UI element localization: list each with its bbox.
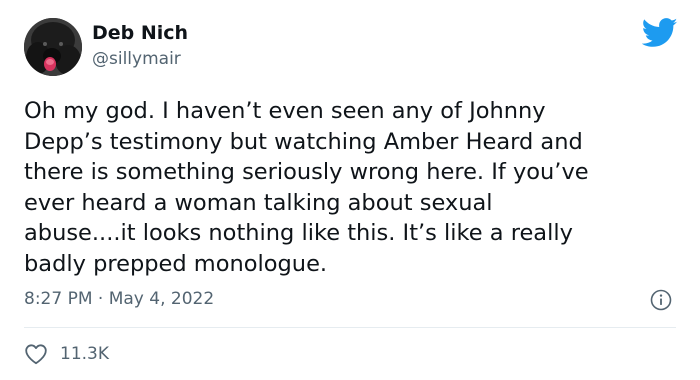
twitter-bird-svg bbox=[642, 18, 678, 47]
divider bbox=[24, 327, 676, 328]
like-count: 11.3K bbox=[60, 344, 109, 364]
tweet-card: Deb Nich @sillymair Oh my god. I haven’t… bbox=[0, 0, 700, 380]
author-display-name[interactable]: Deb Nich bbox=[92, 22, 188, 44]
info-icon-svg bbox=[650, 289, 672, 311]
dog-avatar-icon bbox=[24, 18, 82, 76]
avatar[interactable] bbox=[24, 18, 82, 76]
twitter-bird-icon[interactable] bbox=[642, 18, 678, 48]
tweet-timestamp[interactable]: 8:27 PM · May 4, 2022 bbox=[24, 289, 214, 309]
like-button[interactable]: 11.3K bbox=[24, 341, 109, 367]
tweet-text: Oh my god. I haven’t even seen any of Jo… bbox=[24, 98, 589, 277]
author-handle[interactable]: @sillymair bbox=[92, 49, 181, 69]
info-icon[interactable] bbox=[650, 289, 672, 311]
heart-icon bbox=[25, 344, 47, 365]
